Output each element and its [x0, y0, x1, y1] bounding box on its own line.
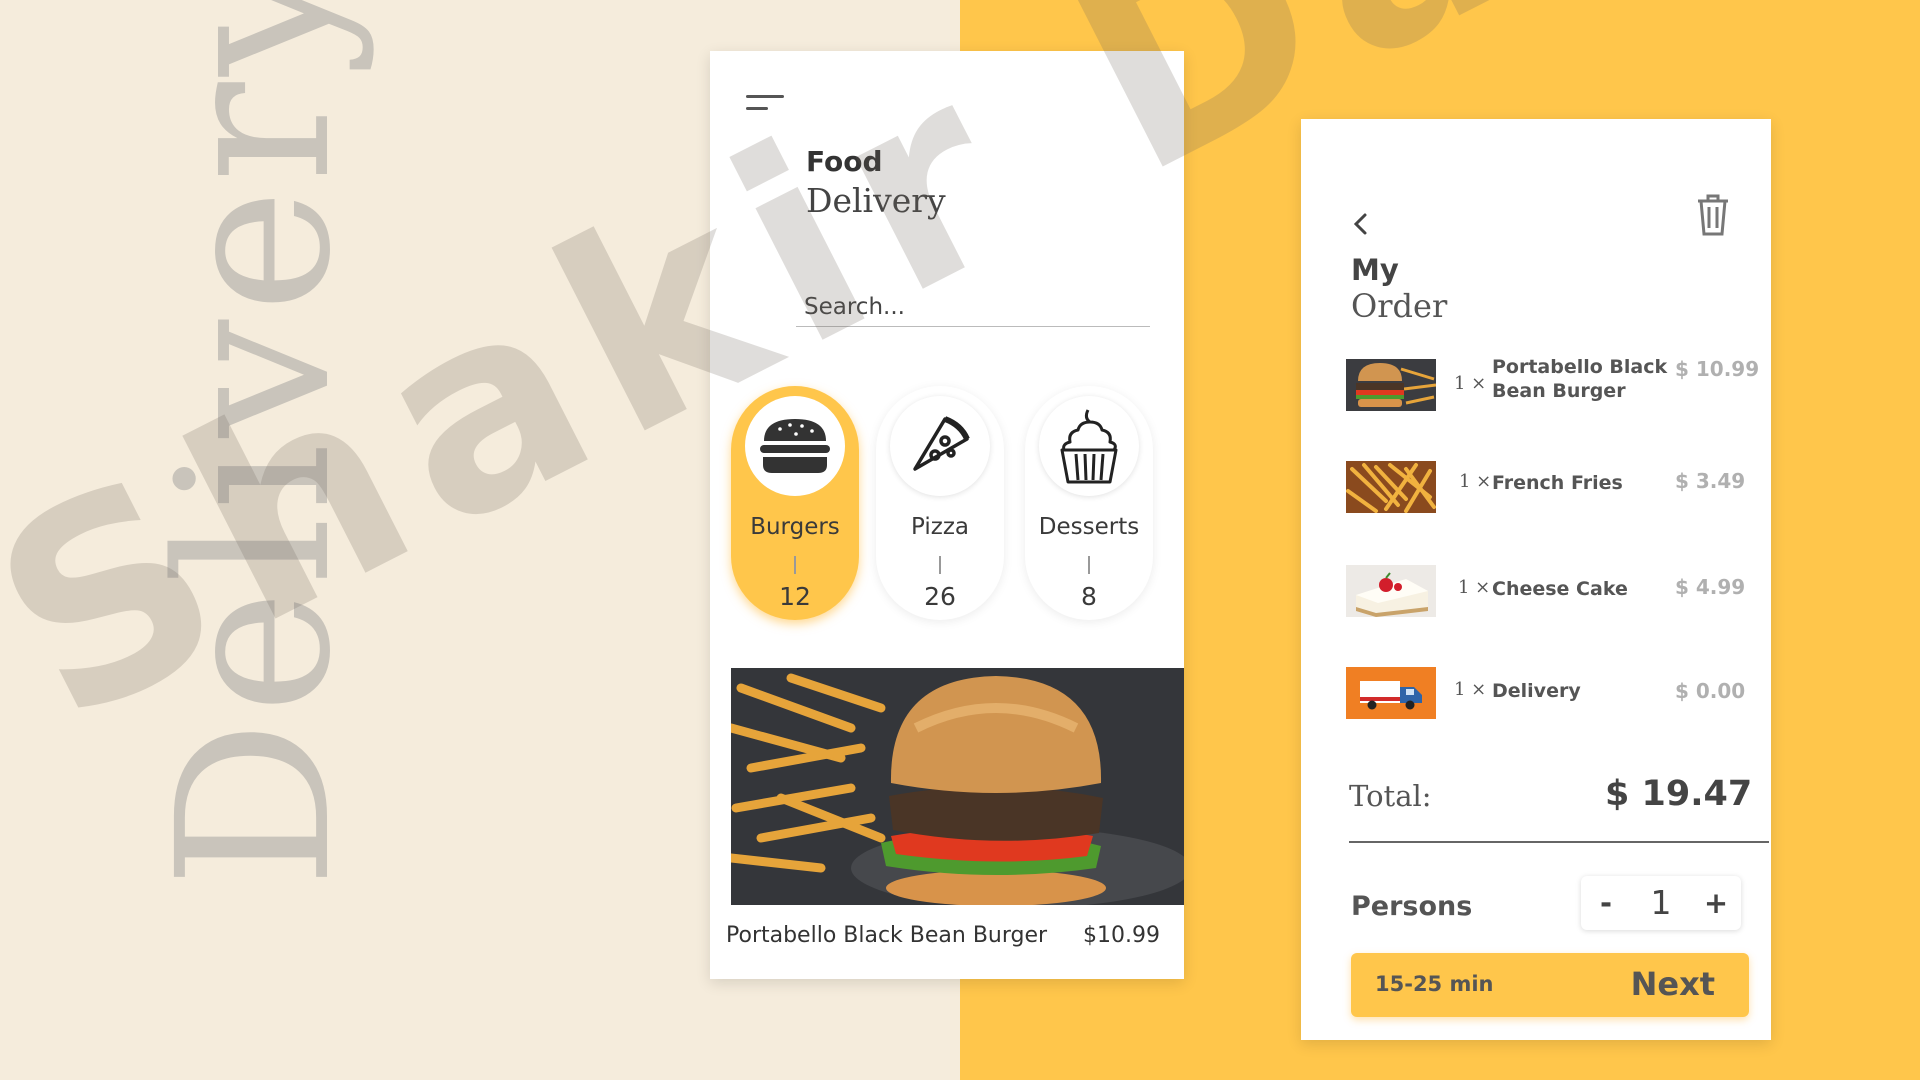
- next-button[interactable]: 15-25 min Next: [1351, 953, 1749, 1017]
- cheesecake-thumbnail: [1346, 565, 1436, 617]
- order-item-price: $ 4.99: [1675, 575, 1746, 599]
- menu-icon[interactable]: [746, 95, 786, 119]
- food-delivery-screen: Food Delivery Burgers 12 Pizza: [710, 51, 1184, 979]
- pizza-icon: [890, 396, 990, 496]
- order-item-price: $ 10.99: [1675, 357, 1760, 381]
- persons-value: 1: [1650, 883, 1672, 922]
- order-item-qty: 1 ×: [1459, 471, 1492, 492]
- order-item-name: Delivery: [1492, 680, 1581, 702]
- side-title: Delivery: [132, 0, 377, 889]
- search-input[interactable]: [796, 287, 1150, 327]
- order-title-bold: My: [1351, 253, 1399, 287]
- category-count: 8: [1081, 582, 1097, 611]
- fries-thumbnail: [1346, 461, 1436, 513]
- total-value: $ 19.47: [1605, 774, 1753, 814]
- category-label: Pizza: [911, 514, 969, 540]
- category-separator: [794, 556, 796, 574]
- category-label: Desserts: [1038, 514, 1140, 540]
- order-item-name: Cheese Cake: [1492, 578, 1628, 600]
- category-label: Burgers: [750, 514, 840, 540]
- order-item-fries[interactable]: 1 × French Fries $ 3.49: [1301, 461, 1771, 531]
- order-item-price: $ 3.49: [1675, 469, 1746, 493]
- decrease-persons-button[interactable]: -: [1581, 876, 1631, 930]
- cupcake-icon: [1039, 396, 1139, 496]
- order-item-name-line2: Bean Burger: [1492, 380, 1626, 402]
- delivery-truck-thumbnail: [1346, 667, 1436, 719]
- order-item-name-line1: Portabello Black: [1492, 356, 1668, 378]
- total-divider: [1349, 841, 1769, 843]
- category-burgers[interactable]: Burgers 12: [731, 386, 859, 620]
- trash-icon[interactable]: [1695, 193, 1731, 237]
- burger-icon: [745, 396, 845, 496]
- order-item-qty: 1 ×: [1458, 577, 1491, 598]
- persons-stepper: - 1 +: [1581, 876, 1741, 930]
- featured-food-image[interactable]: [731, 668, 1184, 905]
- category-desserts[interactable]: Desserts 8: [1025, 386, 1153, 620]
- burger-thumbnail: [1346, 359, 1436, 411]
- category-count: 26: [924, 582, 956, 611]
- category-separator: [939, 556, 941, 574]
- back-arrow-icon[interactable]: [1349, 209, 1373, 239]
- increase-persons-button[interactable]: +: [1691, 876, 1741, 930]
- persons-label: Persons: [1351, 891, 1473, 922]
- order-item-delivery[interactable]: 1 × Delivery $ 0.00: [1301, 667, 1771, 737]
- order-item-burger[interactable]: 1 × Portabello Black Bean Burger $ 10.99: [1301, 356, 1771, 429]
- order-title-serif: Order: [1351, 287, 1448, 325]
- app-title-serif: Delivery: [806, 181, 946, 220]
- order-item-name: French Fries: [1492, 472, 1623, 494]
- delivery-eta: 15-25 min: [1375, 972, 1494, 996]
- category-pizza[interactable]: Pizza 26: [876, 386, 1004, 620]
- order-item-name: Portabello Black Bean Burger: [1492, 355, 1667, 403]
- my-order-screen: My Order 1 × Portabello Black Bean Burge…: [1301, 119, 1771, 1040]
- total-label: Total:: [1349, 779, 1432, 813]
- order-item-qty: 1 ×: [1454, 373, 1487, 394]
- next-label: Next: [1630, 965, 1715, 1003]
- order-item-price: $ 0.00: [1675, 679, 1746, 703]
- featured-food-name: Portabello Black Bean Burger: [726, 923, 1048, 948]
- app-title-bold: Food: [806, 145, 883, 178]
- category-separator: [1088, 556, 1090, 574]
- featured-food-price: $10.99: [1083, 923, 1160, 948]
- category-count: 12: [779, 582, 811, 611]
- order-item-cheesecake[interactable]: 1 × Cheese Cake $ 4.99: [1301, 565, 1771, 635]
- order-item-qty: 1 ×: [1454, 679, 1487, 700]
